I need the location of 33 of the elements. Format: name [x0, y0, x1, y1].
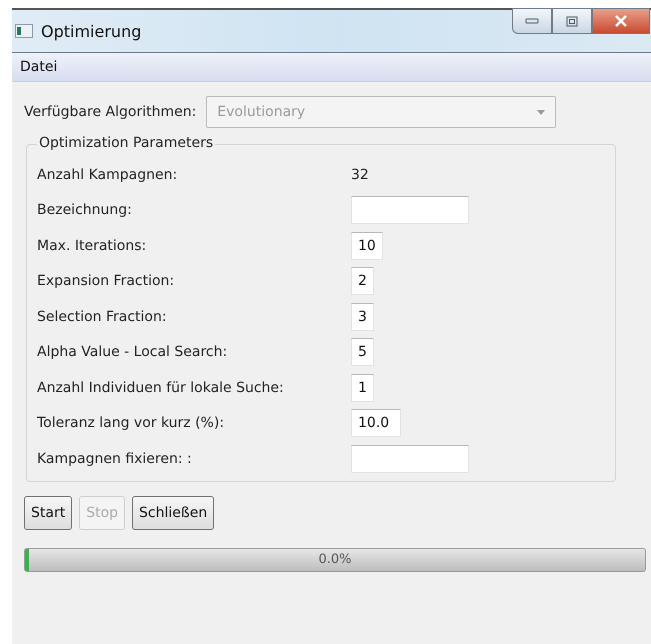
- minimize-button[interactable]: [512, 8, 552, 34]
- minimize-icon: [525, 18, 539, 24]
- close-icon: [614, 15, 628, 27]
- input-field[interactable]: 10.0: [351, 409, 401, 438]
- field-label: Verfügbare Algorithmen:: [24, 104, 196, 120]
- dropdown-arrow-icon: [537, 110, 546, 114]
- input-field[interactable]: [351, 196, 469, 224]
- input-field[interactable]: 1: [351, 374, 374, 402]
- maximize-icon: [566, 16, 578, 26]
- field-label: Anzahl Individuen für lokale Suche:: [37, 380, 285, 396]
- field-label: Kampagnen fixieren: :: [37, 450, 193, 467]
- field-label: Max. Iterations:: [37, 238, 148, 254]
- action-button[interactable]: Start: [24, 496, 72, 530]
- group-title: Optimization Parameters: [37, 135, 216, 151]
- input-field[interactable]: 10: [351, 232, 383, 260]
- field-label: Alpha Value - Local Search:: [37, 344, 228, 360]
- field-label: Bezeichnung:: [37, 202, 133, 218]
- action-button[interactable]: Schließen: [132, 496, 214, 530]
- menu-item[interactable]: Datei: [20, 59, 58, 75]
- window-title: Optimierung: [41, 22, 142, 40]
- maximize-button[interactable]: [552, 8, 592, 34]
- window-icon: [15, 24, 33, 38]
- input-field[interactable]: [351, 444, 469, 473]
- field-label: Toleranz lang vor kurz (%):: [37, 415, 226, 432]
- field-label: Expansion Fraction:: [37, 273, 176, 290]
- value-text: 32: [351, 166, 369, 183]
- close-button[interactable]: [592, 8, 650, 34]
- field-label: Anzahl Kampagnen:: [37, 166, 178, 183]
- input-field[interactable]: 3: [351, 302, 374, 331]
- input-field[interactable]: 2: [351, 267, 374, 296]
- progress-label: 0.0%: [318, 552, 352, 567]
- input-field[interactable]: 5: [351, 338, 374, 366]
- field-label: Selection Fraction:: [37, 308, 168, 325]
